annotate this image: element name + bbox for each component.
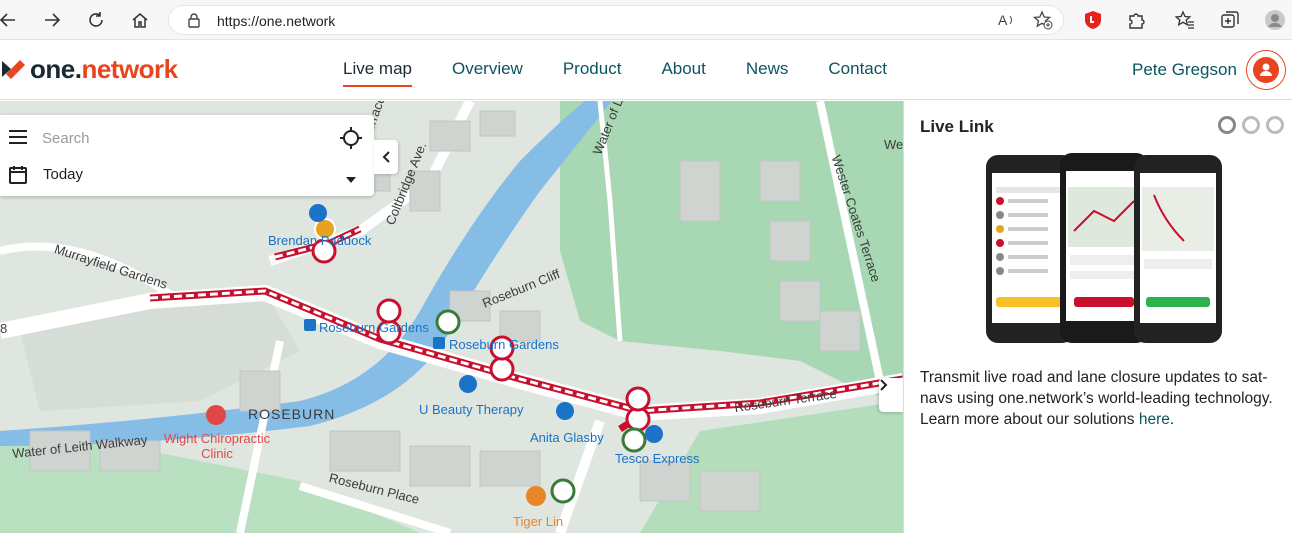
- carousel-dot[interactable]: [1266, 116, 1284, 134]
- logo-prefix: one.: [30, 53, 82, 84]
- street-label: 8: [0, 321, 8, 336]
- carousel-dot[interactable]: [1218, 116, 1236, 134]
- profile-icon[interactable]: [1263, 8, 1287, 32]
- refresh-icon[interactable]: [84, 8, 108, 32]
- read-aloud-icon[interactable]: A: [997, 10, 1017, 35]
- user-name[interactable]: Pete Gregson: [1132, 60, 1237, 80]
- panel-body: Transmit live road and lane closure upda…: [920, 369, 1273, 428]
- panel-description: Transmit live road and lane closure upda…: [920, 367, 1285, 430]
- nav-about[interactable]: About: [661, 59, 705, 79]
- collections-icon[interactable]: [1218, 8, 1242, 32]
- expand-panel-button[interactable]: [879, 378, 903, 412]
- nav-product[interactable]: Product: [563, 59, 622, 79]
- poi-label[interactable]: Roseburn Gardens: [449, 337, 559, 352]
- street-label: We: [884, 137, 903, 152]
- lock-icon[interactable]: [187, 12, 201, 33]
- poi-label[interactable]: U Beauty Therapy: [419, 402, 524, 417]
- area-label: ROSEBURN: [248, 406, 336, 422]
- poi-label[interactable]: Anita Glasby: [530, 430, 604, 445]
- svg-text:A: A: [998, 12, 1008, 28]
- chevron-right-icon: [880, 379, 888, 391]
- menu-icon[interactable]: [8, 129, 28, 150]
- back-icon[interactable]: [0, 8, 20, 32]
- browser-toolbar: https://one.network A: [0, 0, 1292, 40]
- poi-label[interactable]: Tesco Express: [615, 451, 700, 466]
- nav-contact[interactable]: Contact: [828, 59, 887, 79]
- poi-label[interactable]: Roseburn Gardens: [319, 320, 429, 335]
- main-nav: Live map Overview Product About News Con…: [343, 59, 887, 87]
- poi-label[interactable]: Tiger Lin: [513, 514, 563, 529]
- home-icon[interactable]: [128, 8, 152, 32]
- chevron-left-icon: [382, 151, 390, 163]
- locate-icon[interactable]: [340, 127, 362, 154]
- carousel-dots: [1218, 116, 1284, 134]
- forward-icon[interactable]: [40, 8, 64, 32]
- poi-label[interactable]: Wight Chiropractic Clinic: [162, 431, 272, 461]
- site-header: one.network Live map Overview Product Ab…: [0, 40, 1292, 100]
- logo-text: one.network: [30, 54, 178, 85]
- info-panel: Live Link Transmit live road and lane cl…: [903, 101, 1292, 533]
- nav-live-map[interactable]: Live map: [343, 59, 412, 87]
- favorites-icon[interactable]: [1173, 8, 1197, 32]
- shield-icon[interactable]: [1081, 8, 1105, 32]
- extensions-icon[interactable]: [1125, 8, 1149, 32]
- poi-label[interactable]: Brendan Paddock: [268, 233, 371, 248]
- caret-down-icon[interactable]: [345, 171, 357, 189]
- phones-illustration: [986, 153, 1222, 343]
- date-filter[interactable]: Today: [43, 166, 83, 183]
- logo-icon: [2, 60, 25, 79]
- search-panel: Today: [0, 115, 374, 196]
- nav-overview[interactable]: Overview: [452, 59, 523, 79]
- site-logo[interactable]: one.network: [0, 54, 178, 84]
- collapse-search-button[interactable]: [374, 140, 398, 174]
- panel-body-end: .: [1169, 411, 1175, 428]
- carousel-dot[interactable]: [1242, 116, 1260, 134]
- nav-news[interactable]: News: [746, 59, 789, 79]
- favorite-add-icon[interactable]: [1032, 10, 1053, 35]
- address-bar[interactable]: https://one.network A: [168, 5, 1064, 35]
- url-text: https://one.network: [217, 13, 336, 29]
- learn-more-link[interactable]: here: [1139, 411, 1170, 428]
- user-icon[interactable]: [1246, 50, 1286, 90]
- panel-title: Live Link: [920, 117, 994, 136]
- logo-suffix: network: [81, 53, 178, 84]
- search-input[interactable]: [42, 127, 322, 149]
- calendar-icon[interactable]: [8, 165, 28, 190]
